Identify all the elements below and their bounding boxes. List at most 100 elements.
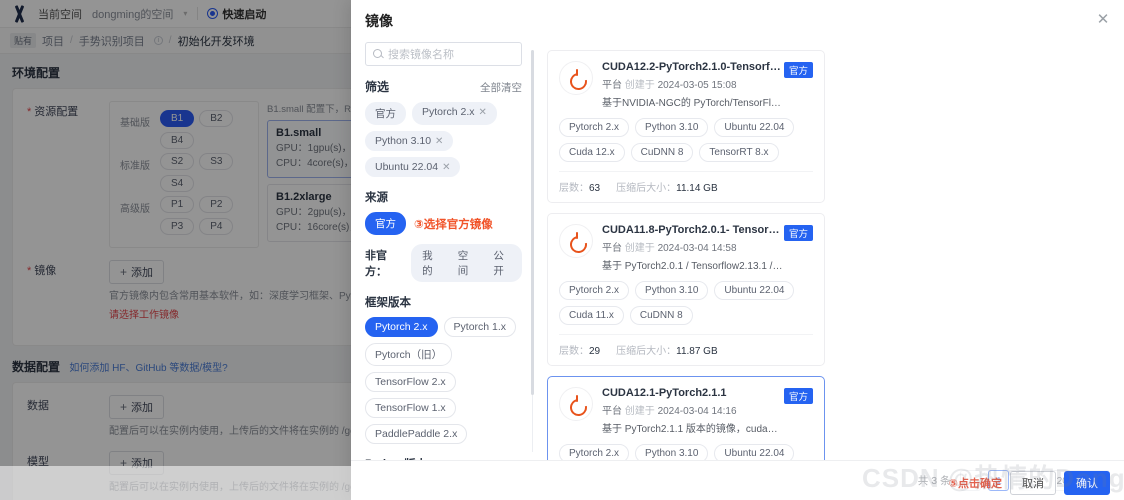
image-description: 基于NVIDIA-NGC的 PyTorch/TensorFlow2.1... (602, 98, 783, 109)
created-at: 2024-03-04 14:16 (657, 406, 737, 417)
image-footer: 层数：63 压缩后大小：11.14 GB (559, 171, 813, 194)
created-label: 创建于 (624, 80, 655, 91)
framework-option-tf2x[interactable]: TensorFlow 2.x (365, 372, 456, 392)
filter-pane: 搜索镜像名称 筛选 全部清空 官方 Pytorch 2.x ✕ Python 3.… (351, 42, 532, 460)
nonofficial-row: 非官方： 我的 空间 公开 (365, 244, 522, 282)
active-tag-label: Ubuntu 22.04 (375, 161, 439, 173)
image-picker-modal: 镜像 ✕ 搜索镜像名称 筛选 全部清空 官方 Pytorch 2.x ✕ Pyt… (351, 0, 1124, 500)
image-tag: Python 3.10 (635, 444, 709, 460)
search-icon (373, 49, 383, 59)
created-label: 创建于 (624, 406, 655, 417)
layers-value: 29 (589, 346, 601, 357)
search-placeholder: 搜索镜像名称 (388, 49, 454, 61)
nonofficial-option-space[interactable]: 空间 (449, 246, 485, 280)
image-tags: Pytorch 2.x Python 3.10 Ubuntu 22.04 Cud… (559, 281, 813, 325)
active-tag-label: Pytorch 2.x (422, 106, 475, 118)
image-description: 基于 PyTorch2.1.1 版本的镜像，cuda12.1.1，... (602, 424, 783, 435)
image-tags: Pytorch 2.x Python 3.10 Ubuntu 22.04 Cud… (559, 444, 813, 460)
official-badge: 官方 (783, 388, 813, 404)
image-tag: Cuda 11.x (559, 306, 624, 325)
pane-divider-scrollbar[interactable] (531, 50, 534, 452)
layers-label: 层数： (559, 183, 589, 194)
image-name: CUDA11.8-PyTorch2.0.1- Tensorflow2.13.1-… (602, 224, 783, 236)
framework-option-pytorch2x[interactable]: Pytorch 2.x (365, 317, 438, 337)
image-tag: Pytorch 2.x (559, 118, 630, 137)
created-at: 2024-03-04 14:58 (657, 243, 737, 254)
modal-title: 镜像 (365, 13, 393, 29)
filter-heading: 筛选 (365, 80, 390, 94)
official-badge: 官方 (783, 62, 813, 78)
framework-heading: 框架版本 (365, 297, 411, 309)
framework-option-pytorch-old[interactable]: Pytorch（旧） (365, 343, 453, 366)
modal-body: 搜索镜像名称 筛选 全部清空 官方 Pytorch 2.x ✕ Python 3.… (351, 42, 1124, 460)
size-value: 11.14 GB (676, 183, 718, 194)
source-official-chip[interactable]: 官方 (365, 212, 406, 235)
framework-option-paddle2x[interactable]: PaddlePaddle 2.x (365, 424, 468, 444)
filter-header: 筛选 全部清空 (365, 78, 522, 95)
image-card[interactable]: 官方 CUDA11.8-PyTorch2.0.1- Tensorflow2.13… (547, 213, 825, 366)
image-tags: Pytorch 2.x Python 3.10 Ubuntu 22.04 Cud… (559, 118, 813, 162)
image-platform: 平台 (602, 80, 622, 91)
image-name: CUDA12.1-PyTorch2.1.1 (602, 387, 727, 399)
active-tag-label: Python 3.10 (375, 135, 432, 147)
image-description: 基于 PyTorch2.0.1 / Tensorflow2.13.1 / Pad… (602, 261, 783, 272)
nonofficial-option-mine[interactable]: 我的 (413, 246, 449, 280)
pytorch-icon (559, 61, 593, 95)
active-tag-ubuntu[interactable]: Ubuntu 22.04 ✕ (365, 157, 461, 177)
image-tag: TensorRT 8.x (699, 143, 779, 162)
remove-icon[interactable]: ✕ (479, 107, 487, 118)
image-platform: 平台 (602, 243, 622, 254)
clear-all-button[interactable]: 全部清空 (480, 80, 522, 95)
remove-icon[interactable]: ✕ (442, 162, 450, 173)
active-tag-python[interactable]: Python 3.10 ✕ (365, 131, 454, 151)
page-action-bar: ⑤点击确定 取消 确认 (0, 466, 1124, 500)
source-row: 官方 ③选择官方镜像 (365, 212, 522, 235)
image-card[interactable]: 官方 CUDA12.2-PyTorch2.1.0-Tensorflow2.15.… (547, 50, 825, 203)
created-label: 创建于 (624, 243, 655, 254)
active-tag-official[interactable]: 官方 (365, 102, 406, 125)
image-card-selected[interactable]: 官方 CUDA12.1-PyTorch2.1.1 平台 创建于 2024-03-… (547, 376, 825, 460)
image-meta: 平台 创建于 2024-03-04 14:58 (602, 239, 783, 254)
image-tag: Ubuntu 22.04 (714, 118, 795, 137)
active-filter-tags: 官方 Pytorch 2.x ✕ Python 3.10 ✕ Ubuntu 22.0… (365, 102, 522, 177)
annotation-step-3: ③选择官方镜像 (414, 218, 493, 231)
size-stat: 压缩后大小：11.14 GB (616, 179, 718, 194)
image-tag: Pytorch 2.x (559, 444, 630, 460)
layers-label: 层数： (559, 346, 589, 357)
python-heading: Python版本 (365, 456, 522, 460)
framework-option-tf1x[interactable]: TensorFlow 1.x (365, 398, 456, 418)
layers-stat: 层数：63 (559, 179, 600, 194)
annotation-step-5: ⑤点击确定 (948, 478, 1002, 490)
image-name: CUDA12.2-PyTorch2.1.0-Tensorflow2.15.0 (602, 61, 783, 73)
nonofficial-option-public[interactable]: 公开 (484, 246, 520, 280)
image-tag: Pytorch 2.x (559, 281, 630, 300)
image-platform: 平台 (602, 406, 622, 417)
confirm-button[interactable]: 确认 (1064, 471, 1110, 495)
nonofficial-segmented: 我的 空间 公开 (411, 244, 522, 282)
size-stat: 压缩后大小：11.87 GB (616, 342, 718, 357)
created-at: 2024-03-05 15:08 (657, 80, 737, 91)
modal-header: 镜像 ✕ (351, 0, 1124, 42)
image-tag: Ubuntu 22.04 (714, 444, 795, 460)
cancel-button[interactable]: 取消 (1010, 471, 1056, 495)
image-tag: CuDNN 8 (629, 306, 693, 325)
size-value: 11.87 GB (676, 346, 718, 357)
image-tag: Ubuntu 22.04 (714, 281, 795, 300)
framework-option-pytorch1x[interactable]: Pytorch 1.x (443, 317, 517, 337)
nonofficial-label: 非官方： (365, 250, 387, 278)
image-tag: Python 3.10 (635, 281, 709, 300)
framework-options: Pytorch 2.x Pytorch 1.x Pytorch（旧） Tenso… (365, 317, 522, 444)
image-tag: Python 3.10 (635, 118, 709, 137)
image-cards-pane: 官方 CUDA12.2-PyTorch2.1.0-Tensorflow2.15.… (533, 42, 1124, 460)
layers-value: 63 (589, 183, 601, 194)
active-tag-pytorch[interactable]: Pytorch 2.x ✕ (412, 102, 497, 125)
layers-stat: 层数：29 (559, 342, 600, 357)
close-icon[interactable]: ✕ (1094, 11, 1112, 29)
size-label: 压缩后大小： (616, 183, 677, 194)
size-label: 压缩后大小： (616, 346, 677, 357)
search-input[interactable]: 搜索镜像名称 (365, 42, 522, 66)
image-meta: 平台 创建于 2024-03-05 15:08 (602, 76, 783, 91)
image-footer: 层数：29 压缩后大小：11.87 GB (559, 334, 813, 357)
pytorch-icon (559, 387, 593, 421)
remove-icon[interactable]: ✕ (435, 136, 443, 147)
